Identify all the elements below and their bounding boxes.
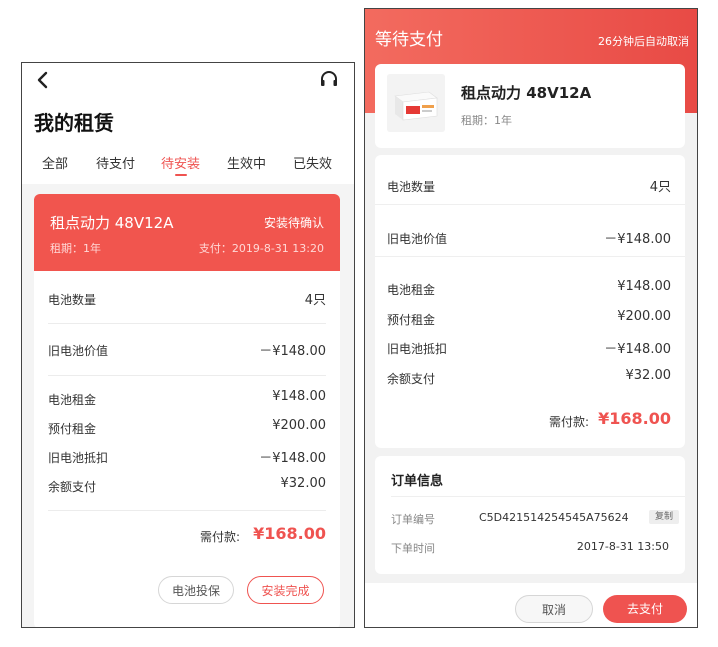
- battery-count-label: 电池数量: [387, 180, 436, 194]
- product-name: 租点动力 48V12A: [461, 84, 592, 102]
- payment-detail-card: 电池数量 4只 旧电池价值 －¥148.00 电池租金 ¥148.00 预付租金…: [375, 155, 685, 448]
- order-info-title: 订单信息: [391, 474, 444, 489]
- tab-in-effect[interactable]: 生效中: [227, 153, 266, 172]
- page-title: 我的租赁: [34, 111, 114, 135]
- tab-pending-install[interactable]: 待安装: [161, 153, 200, 172]
- divider: [391, 496, 685, 497]
- amount-due-label: 需付款:: [199, 530, 240, 544]
- product-name: 租点动力 48V12A: [50, 214, 174, 232]
- order-card-header: 租点动力 48V12A 安装待确认 租期：1年 支付：2019-8-31 13:…: [34, 194, 340, 271]
- battery-rent-value: ¥148.00: [272, 389, 326, 404]
- battery-count-value: 4只: [649, 180, 671, 195]
- order-time-label: 下单时间: [391, 542, 435, 555]
- prepaid-rent-label: 预付租金: [48, 422, 97, 436]
- prepaid-rent-value: ¥200.00: [272, 418, 326, 433]
- page-title: 等待支付: [375, 30, 443, 50]
- old-battery-value: －¥148.00: [259, 344, 326, 359]
- old-battery-value-label: 旧电池价值: [387, 232, 448, 246]
- pay-button[interactable]: 去支付: [603, 595, 687, 623]
- order-time-value: 2017-8-31 13:50: [576, 540, 669, 553]
- active-tab-indicator: [175, 174, 187, 176]
- back-arrow-icon[interactable]: [32, 69, 54, 91]
- divider: [48, 375, 326, 376]
- divider: [48, 323, 326, 324]
- headset-icon[interactable]: [318, 68, 340, 90]
- awaiting-payment-screen: 等待支付 26分钟后自动取消 24V 租点动力 48V12A 租期：1年 电池数…: [364, 8, 698, 628]
- balance-payment-label: 余额支付: [48, 480, 97, 494]
- divider: [375, 204, 685, 205]
- order-info-card: 订单信息 订单编号 C5D421514254545A75624 复制 下单时间 …: [375, 456, 685, 574]
- bottom-action-bar: 取消 去支付: [365, 583, 697, 627]
- old-battery-value-label: 旧电池价值: [48, 344, 109, 358]
- old-battery-deduction-label: 旧电池抵扣: [387, 342, 448, 356]
- order-number-value: C5D421514254545A75624: [479, 511, 629, 524]
- old-battery-deduction-label: 旧电池抵扣: [48, 451, 109, 465]
- old-battery-deduction-value: －¥148.00: [604, 342, 671, 357]
- battery-count-label: 电池数量: [48, 293, 97, 307]
- amount-due-value: ¥168.00: [253, 524, 326, 543]
- battery-count-value: 4只: [304, 293, 326, 308]
- copy-order-number-button[interactable]: 复制: [649, 510, 679, 524]
- product-image: 24V: [387, 74, 445, 132]
- cancel-button[interactable]: 取消: [515, 595, 593, 623]
- battery-rent-value: ¥148.00: [617, 279, 671, 294]
- auto-cancel-countdown: 26分钟后自动取消: [598, 35, 689, 48]
- order-number-label: 订单编号: [391, 513, 435, 526]
- battery-insurance-button[interactable]: 电池投保: [158, 576, 234, 604]
- rental-term: 租期：1年: [461, 114, 512, 127]
- balance-payment-label: 余额支付: [387, 372, 436, 386]
- rental-term: 租期：1年: [50, 242, 101, 255]
- battery-box-label: 24V: [409, 114, 417, 119]
- install-complete-button[interactable]: 安装完成: [247, 576, 324, 604]
- battery-box-icon: [387, 74, 445, 132]
- battery-rent-label: 电池租金: [387, 283, 436, 297]
- tab-all[interactable]: 全部: [42, 153, 68, 172]
- payment-time: 支付：2019-8-31 13:20: [198, 242, 324, 255]
- divider: [375, 256, 685, 257]
- order-status-tabs: 全部 待支付 待安装 生效中 已失效: [22, 153, 354, 181]
- balance-payment-value: ¥32.00: [280, 476, 327, 491]
- tab-expired[interactable]: 已失效: [293, 153, 332, 172]
- amount-due-value: ¥168.00: [598, 409, 671, 428]
- prepaid-rent-label: 预付租金: [387, 313, 436, 327]
- old-battery-value: －¥148.00: [604, 232, 671, 247]
- prepaid-rent-value: ¥200.00: [617, 309, 671, 324]
- amount-due-label: 需付款:: [548, 415, 589, 429]
- battery-rent-label: 电池租金: [48, 393, 97, 407]
- tab-pending-payment[interactable]: 待支付: [96, 153, 135, 172]
- order-card[interactable]: 租点动力 48V12A 安装待确认 租期：1年 支付：2019-8-31 13:…: [34, 194, 340, 627]
- order-status: 安装待确认: [263, 216, 324, 230]
- my-rental-screen: 我的租赁 全部 待支付 待安装 生效中 已失效 租点动力 48V12A 安装待确…: [21, 62, 355, 628]
- balance-payment-value: ¥32.00: [625, 368, 672, 383]
- product-card[interactable]: 24V 租点动力 48V12A 租期：1年: [375, 64, 685, 148]
- old-battery-deduction-value: －¥148.00: [259, 451, 326, 466]
- divider: [48, 510, 326, 511]
